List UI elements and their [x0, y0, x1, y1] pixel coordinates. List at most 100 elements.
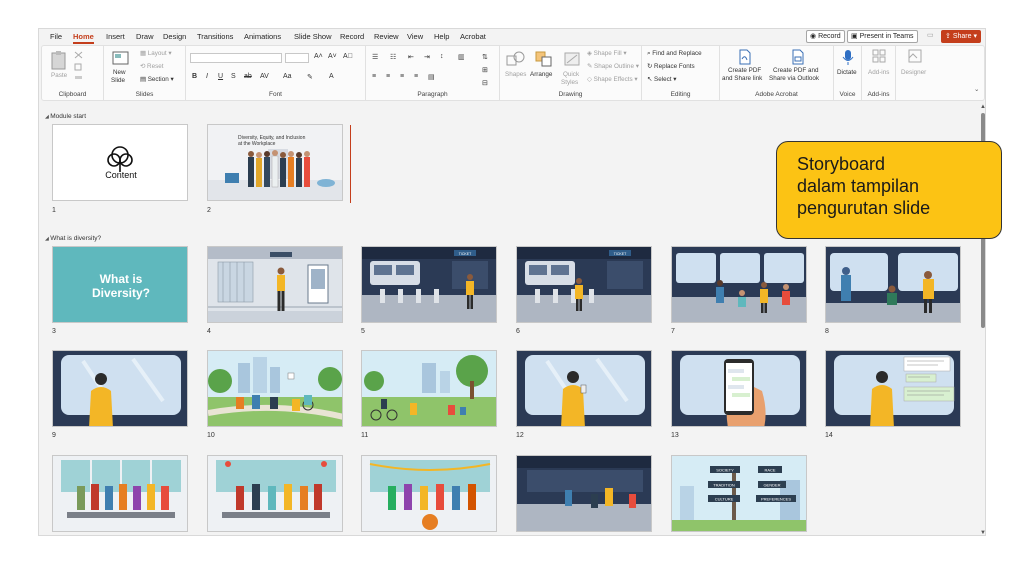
arrange-icon[interactable]	[534, 50, 554, 68]
section-title-module-start[interactable]: Module start	[45, 113, 86, 120]
collapse-ribbon-icon[interactable]: ⌄	[974, 86, 979, 93]
change-case-icon[interactable]: Aa	[283, 73, 292, 80]
quick-label[interactable]: Quick	[563, 71, 579, 78]
shape-outline-button[interactable]: ✎ Shape Outline ▾	[587, 63, 639, 70]
text-direction-icon[interactable]: ⇅	[482, 53, 488, 61]
slide-thumbnail-9[interactable]	[52, 350, 188, 427]
paste-icon[interactable]	[50, 50, 68, 70]
tab-home[interactable]: Home	[73, 32, 94, 44]
shapes-icon[interactable]	[506, 50, 526, 68]
new-slide-icon[interactable]	[112, 50, 130, 66]
create-share-label-2[interactable]: Share via Outlook	[769, 75, 819, 82]
slide-thumbnail-11[interactable]	[361, 350, 497, 427]
cut-icon[interactable]	[74, 51, 84, 59]
slide-thumbnail-14[interactable]	[825, 350, 961, 427]
dictate-label[interactable]: Dictate	[837, 69, 857, 76]
tab-insert[interactable]: Insert	[106, 32, 125, 41]
spacing-icon[interactable]: AV	[260, 73, 269, 80]
shapes-label[interactable]: Shapes	[505, 71, 526, 78]
tab-view[interactable]: View	[407, 32, 423, 41]
slide-thumbnail-16[interactable]	[207, 455, 343, 532]
format-painter-icon[interactable]	[74, 75, 84, 83]
slide-thumbnail-15[interactable]	[52, 455, 188, 532]
tab-acrobat[interactable]: Acrobat	[460, 32, 486, 41]
slide-thumbnail-3[interactable]: What is Diversity?	[52, 246, 188, 323]
create-pdf-icon[interactable]	[738, 49, 752, 65]
increase-font-icon[interactable]: A˄	[314, 53, 323, 60]
font-color-icon[interactable]: A	[329, 73, 334, 80]
create-share-label[interactable]: Create PDF and	[773, 67, 819, 74]
decrease-indent-icon[interactable]: ⇤	[408, 53, 414, 61]
tab-help[interactable]: Help	[434, 32, 449, 41]
layout-button[interactable]: ▦ Layout ▾	[140, 50, 172, 57]
tab-file[interactable]: File	[50, 32, 62, 41]
shadow-icon[interactable]: S	[231, 73, 236, 80]
font-size-combo[interactable]	[285, 53, 309, 63]
align-center-icon[interactable]: ≡	[386, 73, 390, 80]
find-replace-button[interactable]: ⌕ Find and Replace	[647, 50, 702, 58]
share-button[interactable]: ⇪ Share ▾	[941, 30, 981, 43]
slide-thumbnail-6[interactable]: TICKET	[516, 246, 652, 323]
addins-label[interactable]: Add-ins	[868, 69, 889, 76]
section-title-what-is-diversity[interactable]: What is diversity?	[45, 235, 101, 242]
copy-icon[interactable]	[74, 63, 84, 71]
shape-effects-button[interactable]: ◇ Shape Effects ▾	[587, 76, 638, 83]
italic-icon[interactable]: I	[206, 73, 208, 80]
addins-icon[interactable]	[872, 49, 886, 63]
new-slide-label[interactable]: New	[113, 69, 126, 76]
replace-fonts-button[interactable]: ↻ Replace Fonts	[647, 63, 695, 70]
tab-review[interactable]: Review	[374, 32, 399, 41]
bullets-icon[interactable]: ☰	[372, 53, 378, 61]
strikethrough-icon[interactable]: ab	[244, 73, 252, 80]
columns-icon[interactable]: ▥	[458, 53, 465, 61]
tab-animations[interactable]: Animations	[244, 32, 281, 41]
align-text-icon[interactable]: ⊞	[482, 66, 488, 74]
create-pdf-label-2[interactable]: and Share link	[722, 75, 762, 82]
scroll-down-icon[interactable]: ▼	[980, 530, 985, 535]
slide-thumbnail-17[interactable]	[361, 455, 497, 532]
create-pdf-label[interactable]: Create PDF	[728, 67, 761, 74]
justify-icon[interactable]: ≡	[414, 73, 418, 80]
scroll-up-icon[interactable]: ▲	[980, 104, 985, 110]
new-slide-label-2[interactable]: Slide	[111, 77, 125, 84]
tab-design[interactable]: Design	[163, 32, 186, 41]
arrange-label[interactable]: Arrange	[530, 71, 552, 78]
distributed-icon[interactable]: ▤	[428, 73, 435, 81]
slide-thumbnail-19[interactable]: SOCIETY RACE TRADITION GENDER CULTURE PR…	[671, 455, 807, 532]
increase-indent-icon[interactable]: ⇥	[424, 53, 430, 61]
underline-icon[interactable]: U	[218, 73, 223, 80]
shape-fill-button[interactable]: ◈ Shape Fill ▾	[587, 50, 627, 57]
designer-icon[interactable]	[908, 49, 922, 63]
slide-thumbnail-10[interactable]	[207, 350, 343, 427]
slide-thumbnail-13[interactable]	[671, 350, 807, 427]
numbering-icon[interactable]: ☷	[390, 53, 396, 61]
slide-thumbnail-5[interactable]: TICKET	[361, 246, 497, 323]
slide-thumbnail-1[interactable]: Content	[52, 124, 188, 201]
slide-thumbnail-4[interactable]	[207, 246, 343, 323]
record-button[interactable]: ◉ Record	[806, 30, 845, 43]
slide-thumbnail-2[interactable]: Diversity, Equity, and Inclusion at the …	[207, 124, 343, 201]
line-spacing-icon[interactable]: ↕	[440, 53, 444, 60]
section-button[interactable]: ▤ Section ▾	[140, 76, 174, 83]
slide-thumbnail-18[interactable]	[516, 455, 652, 532]
slide-thumbnail-12[interactable]	[516, 350, 652, 427]
reset-button[interactable]: ⟲ Reset	[140, 63, 163, 70]
present-in-teams-button[interactable]: ▣ Present in Teams	[847, 30, 918, 43]
align-left-icon[interactable]: ≡	[372, 73, 376, 80]
quick-styles-icon[interactable]	[563, 50, 583, 68]
slide-thumbnail-7[interactable]	[671, 246, 807, 323]
clear-format-icon[interactable]: A⃠	[343, 53, 353, 60]
microphone-icon[interactable]	[842, 49, 854, 66]
smartart-icon[interactable]: ⊟	[482, 79, 488, 87]
tab-slide-show[interactable]: Slide Show	[294, 32, 332, 41]
bold-icon[interactable]: B	[192, 73, 197, 80]
styles-label[interactable]: Styles	[561, 79, 578, 86]
tab-record[interactable]: Record	[340, 32, 364, 41]
designer-label[interactable]: Designer	[901, 69, 926, 76]
select-button[interactable]: ↖ Select ▾	[647, 76, 676, 83]
comments-icon[interactable]: ▭	[924, 30, 937, 43]
font-name-combo[interactable]	[190, 53, 282, 63]
tab-draw[interactable]: Draw	[136, 32, 154, 41]
decrease-font-icon[interactable]: A˅	[328, 53, 337, 60]
highlight-icon[interactable]: ✎	[307, 73, 313, 81]
